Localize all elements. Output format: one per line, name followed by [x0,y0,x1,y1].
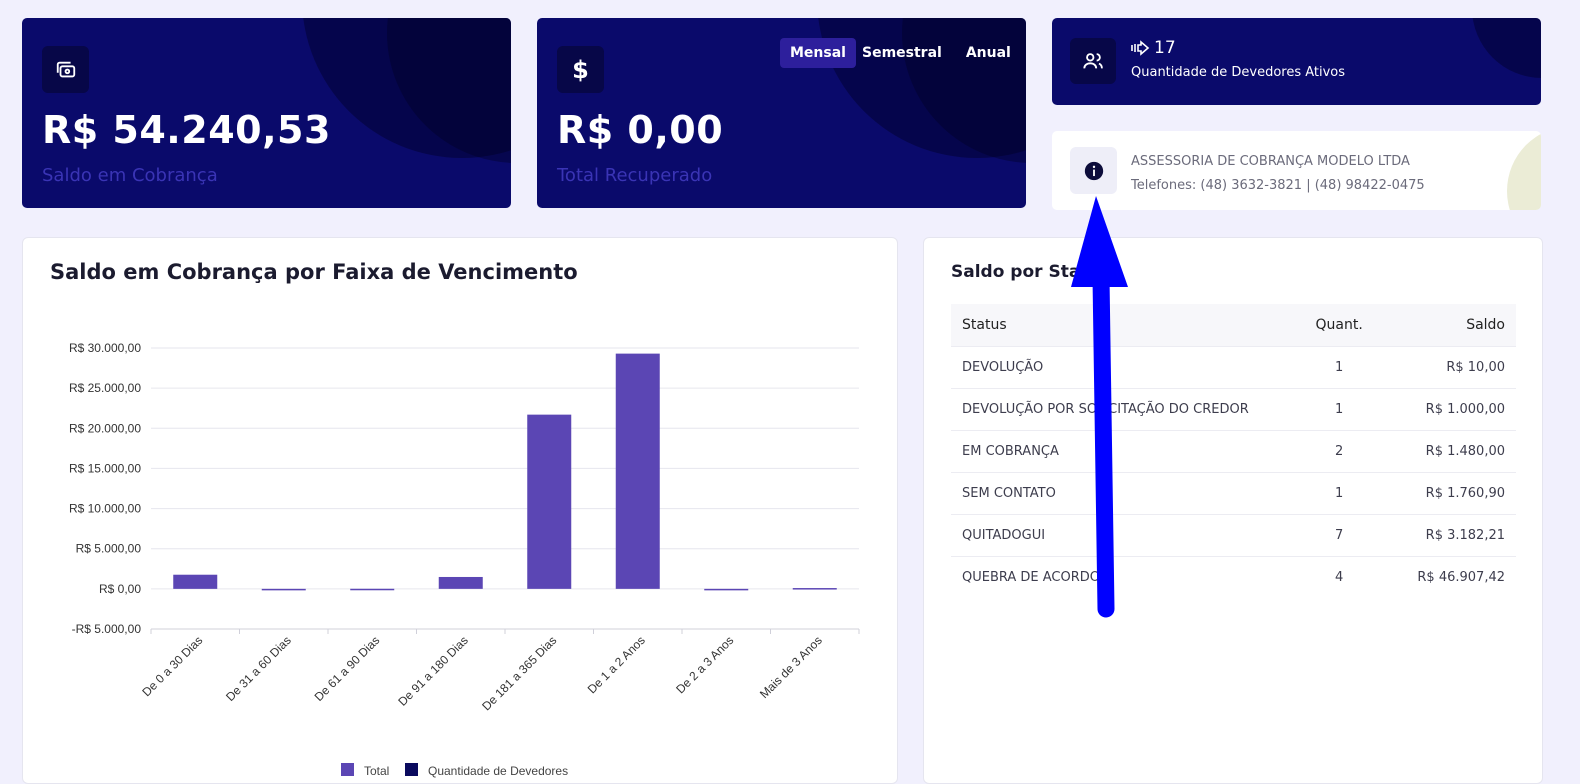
row-quant: 7 [1296,514,1382,557]
y-tick-label: R$ 20.000,00 [69,421,141,435]
row-status: DEVOLUÇÃO POR SOLICITAÇÃO DO CREDOR [951,388,1297,431]
tab-anual[interactable]: Anual [956,38,1021,68]
row-status: SEM CONTATO [951,472,1297,515]
x-tick-label: De 2 a 3 Anos [673,633,736,696]
bar [704,588,749,591]
bar [173,574,218,589]
money-icon [42,46,89,93]
period-tabs: Mensal Semestral Anual [780,38,1021,68]
x-tick-label: De 1 a 2 Anos [585,633,648,696]
row-status: EM COBRANÇA [951,430,1297,473]
arrow-right-icon [1131,40,1150,56]
row-saldo: R$ 1.480,00 [1381,430,1516,473]
y-tick-label: R$ 15.000,00 [69,461,141,475]
table-row: DEVOLUÇÃO POR SOLICITAÇÃO DO CREDOR 1 R$… [951,388,1516,431]
total-recuperado-card: $ Mensal Semestral Anual R$ 0,00 Total R… [537,18,1026,208]
row-quant: 1 [1296,472,1382,515]
y-tick-label: R$ 30.000,00 [69,341,141,355]
col-quant: Quant. [1296,304,1382,347]
devedores-card: 17 Quantidade de Devedores Ativos [1052,18,1541,105]
table-row: QUEBRA DE ACORDO 4 R$ 46.907,42 [951,556,1516,598]
x-tick-label: De 0 a 30 Dias [139,633,205,699]
total-recuperado-value: R$ 0,00 [557,108,724,152]
empresa-card: ASSESSORIA DE COBRANÇA MODELO LTDA Telef… [1052,131,1541,210]
table-row: QUITADOGUI 7 R$ 3.182,21 [951,514,1516,557]
row-saldo: R$ 46.907,42 [1381,556,1516,598]
saldo-cobranca-card: R$ 54.240,53 Saldo em Cobrança [22,18,511,208]
tab-mensal[interactable]: Mensal [780,38,856,68]
status-panel: Saldo por Status Status Quant. Saldo DEV… [923,237,1543,784]
legend-label-total: Total [364,764,389,778]
table-row: SEM CONTATO 1 R$ 1.760,90 [951,472,1516,515]
devedores-count-row: 17 [1131,38,1176,58]
row-saldo: R$ 10,00 [1381,346,1516,389]
y-tick-label: R$ 0,00 [99,582,141,596]
x-tick-label: De 181 a 365 Dias [479,633,559,713]
row-quant: 1 [1296,346,1382,389]
devedores-label: Quantidade de Devedores Ativos [1131,65,1346,80]
row-quant: 1 [1296,388,1382,431]
table-row: EM COBRANÇA 2 R$ 1.480,00 [951,430,1516,473]
info-icon [1084,161,1103,180]
row-saldo: R$ 1.000,00 [1381,388,1516,431]
table-row: DEVOLUÇÃO 1 R$ 10,00 [951,346,1516,389]
y-tick-label: R$ 25.000,00 [69,381,141,395]
status-panel-title: Saldo por Status [951,262,1111,282]
x-tick-label: Mais de 3 Anos [757,633,825,701]
bar-chart: R$ 30.000,00 R$ 25.000,00 R$ 20.000,00 R$ 1… [69,341,860,778]
bar [615,353,660,589]
bar [438,576,483,589]
tab-semestral[interactable]: Semestral [860,38,952,68]
row-saldo: R$ 1.760,90 [1381,472,1516,515]
y-tick-label: -R$ 5.000,00 [72,622,142,636]
dollar-icon: $ [557,46,604,93]
users-icon [1070,38,1116,84]
devedores-count: 17 [1154,38,1176,58]
bar [527,414,572,589]
empresa-phones: Telefones: (48) 3632-3821 | (48) 98422-0… [1131,178,1425,193]
total-recuperado-label: Total Recuperado [557,165,713,186]
row-status: QUITADOGUI [951,514,1297,557]
x-tick-label: De 91 a 180 Dias [395,633,470,708]
info-icon-box [1070,147,1117,194]
row-saldo: R$ 3.182,21 [1381,514,1516,557]
row-quant: 4 [1296,556,1382,598]
empresa-name: ASSESSORIA DE COBRANÇA MODELO LTDA [1131,154,1410,169]
legend-label-quantidade: Quantidade de Devedores [428,764,568,778]
chart-panel: Saldo em Cobrança por Faixa de Venciment… [22,237,898,784]
saldo-cobranca-value: R$ 54.240,53 [42,108,331,152]
col-saldo: Saldo [1381,304,1516,347]
row-status: DEVOLUÇÃO [951,346,1297,389]
y-tick-label: R$ 5.000,00 [76,542,142,556]
x-tick-label: De 61 a 90 Dias [312,633,383,704]
bar [792,588,837,590]
table-header-row: Status Quant. Saldo [951,304,1516,347]
saldo-cobranca-label: Saldo em Cobrança [42,165,218,186]
legend-swatch-total [341,763,354,776]
row-quant: 2 [1296,430,1382,473]
bar [350,588,395,591]
status-table: Status Quant. Saldo DEVOLUÇÃO 1 R$ 10,00… [951,304,1516,598]
x-tick-label: De 31 a 60 Dias [223,633,294,704]
col-status: Status [951,304,1297,347]
legend-swatch-quantidade [405,763,418,776]
y-tick-label: R$ 10.000,00 [69,502,141,516]
bar [261,588,306,591]
row-status: QUEBRA DE ACORDO [951,556,1297,598]
